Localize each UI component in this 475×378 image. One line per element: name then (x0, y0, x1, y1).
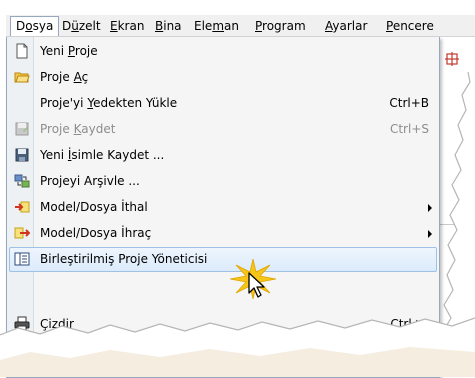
menu-item-birlestirilmis-proje-yoneticisi[interactable]: Birleştirilmiş Proje Yöneticisi (7, 246, 439, 272)
menu-item-yedekten-yukle[interactable]: Proje'yi Yedekten Yükle Ctrl+B (7, 90, 439, 116)
menu-pencere[interactable]: Pencere (381, 18, 439, 34)
menu-item-model-dosya-ithal[interactable]: Model/Dosya İthal (7, 194, 439, 220)
drawing-line (440, 224, 475, 225)
menu-eleman[interactable]: Eleman (189, 18, 244, 34)
menu-program[interactable]: Program (250, 18, 311, 34)
import-icon (15, 201, 30, 213)
menu-item-proje-kaydet[interactable]: Proje Kaydet Ctrl+S (7, 116, 439, 142)
menu-item-label: Yöneticisi (93, 345, 149, 359)
menu-bina[interactable]: Bina (150, 18, 187, 34)
dosya-dropdown-menu: Yeni Proje Proje Aç Proje'yi Yedekten Yü… (6, 37, 440, 378)
shortcut-label: Ctrl+S (389, 122, 429, 136)
archive-icon (14, 174, 30, 188)
menu-item-label: Model/Dosya İthal (40, 200, 148, 214)
drawing-marker-icon (458, 277, 467, 283)
menu-item-label: Proje Kaydet (40, 122, 116, 136)
shortcut-label: Ctrl+B (389, 96, 429, 110)
submenu-arrow-icon (428, 204, 432, 212)
menu-item-yeni-isimle-kaydet[interactable]: Yeni İsimle Kaydet ... (7, 142, 439, 168)
shortcut-label: Ctrl+P (390, 317, 429, 331)
save-as-icon (15, 148, 29, 162)
menu-duzelt[interactable]: Düzelt (57, 18, 106, 34)
menu-item-label: Proje Aç (40, 70, 89, 84)
open-folder-icon (14, 72, 30, 83)
menu-item-label: Model/Dosya İhraç (40, 226, 152, 240)
menu-bar: Dosya Düzelt Ekran Bina Eleman Program A… (6, 15, 475, 37)
menu-item-label: Çizdir (40, 317, 74, 331)
menu-dosya[interactable]: Dosya (10, 16, 60, 36)
menu-item-yeni-proje[interactable]: Yeni Proje (7, 38, 439, 64)
menu-item-projeyi-arsivle[interactable]: Projeyi Arşivle ... (7, 168, 439, 194)
printer-icon (14, 316, 30, 332)
plotter-icon (15, 346, 29, 358)
drawing-area (438, 37, 475, 377)
submenu-arrow-icon (428, 230, 432, 238)
menu-ayarlar[interactable]: Ayarlar (320, 18, 372, 34)
menu-item-label: Birleştirilmiş Proje Yöneticisi (40, 252, 208, 266)
menu-item-cizdir[interactable]: Çizdir Ctrl+P (7, 311, 439, 337)
menu-item-label: Proje'yi Yedekten Yükle (40, 96, 178, 110)
menu-item-proje-ac[interactable]: Proje Aç (7, 64, 439, 90)
crosshair-tool-icon[interactable] (445, 52, 459, 66)
menu-ekran[interactable]: Ekran (105, 18, 149, 34)
menu-item-cizim-yoneticisi[interactable]: Yöneticisi (7, 339, 439, 365)
save-icon (15, 122, 29, 136)
menu-item-model-dosya-ihrac[interactable]: Model/Dosya İhraç (7, 220, 439, 246)
menu-item-label: Projeyi Arşivle ... (40, 174, 140, 188)
new-document-icon (16, 43, 28, 59)
project-manager-icon (14, 252, 30, 266)
menu-item-label: Yeni İsimle Kaydet ... (40, 148, 165, 162)
application-window: Dosya Düzelt Ekran Bina Eleman Program A… (0, 0, 475, 378)
export-icon (14, 227, 30, 239)
menu-item-label: Yeni Proje (40, 44, 98, 58)
mouse-pointer-icon (248, 272, 265, 298)
